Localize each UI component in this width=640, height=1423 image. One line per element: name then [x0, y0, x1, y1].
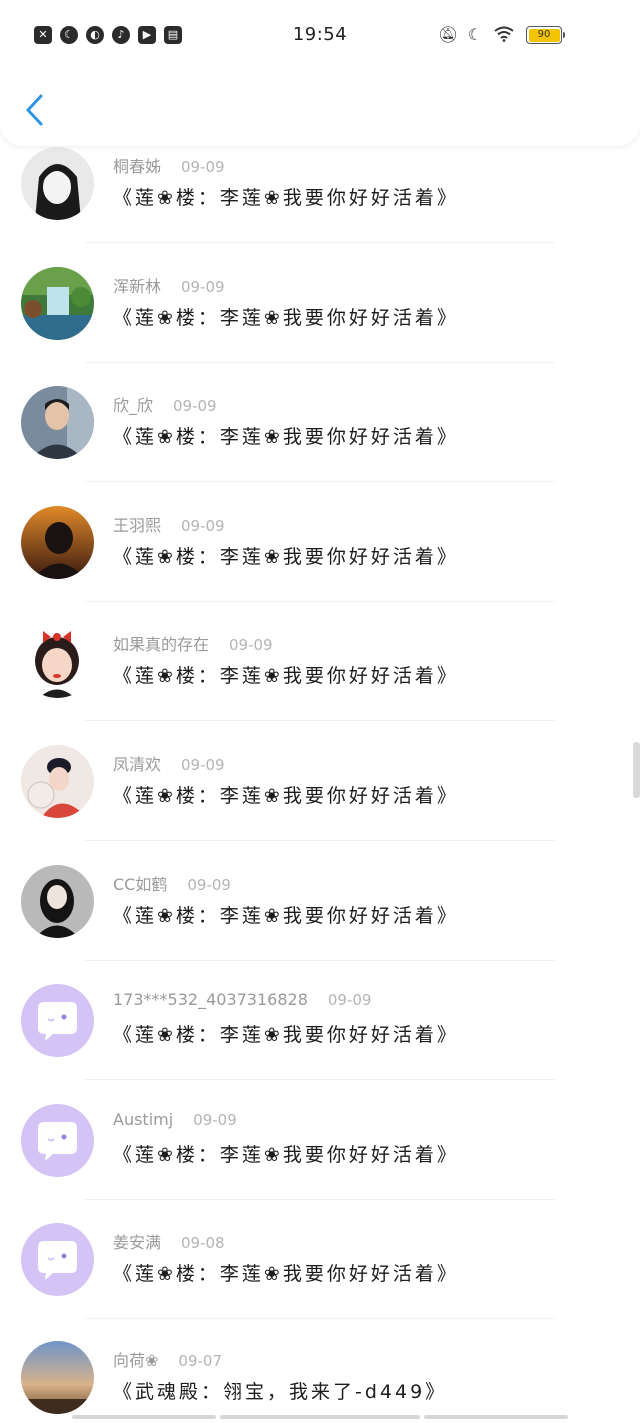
comment-date: 09-09 — [193, 1110, 237, 1129]
list-item[interactable]: Austimj 09-09 《莲❀楼：李莲❀我要你好好活着》 — [0, 1057, 640, 1177]
comment-text: 《莲❀楼：李莲❀我要你好好活着》 — [113, 545, 459, 568]
username-text: 向荷❀ — [113, 1351, 159, 1370]
comment-text: 《莲❀楼：李莲❀我要你好好活着》 — [113, 426, 459, 449]
comment-text: 《莲❀楼：李莲❀我要你好好活着》 — [113, 785, 459, 807]
default-avatar-icon — [21, 1103, 94, 1177]
comment-username: 欣_欣 09-09 — [113, 392, 217, 416]
list-item[interactable]: 凤清欢 09-09 《莲❀楼：李莲❀我要你好好活着》 — [0, 698, 640, 818]
scrollbar[interactable] — [633, 742, 640, 798]
avatar[interactable] — [21, 1103, 94, 1177]
comment-text: 《莲❀楼：李莲❀我要你好好活着》 — [113, 306, 459, 329]
comment-date: 09-09 — [181, 756, 225, 774]
bottom-indicator — [0, 1415, 640, 1421]
wifi-icon — [494, 26, 514, 44]
username-text: 173***532_4037316828 — [113, 990, 308, 1010]
status-right-icons: 🔕︎ ☾ — [438, 25, 514, 44]
list-item[interactable]: CC如鹤 09-09 《莲❀楼：李莲❀我要你好好活着》 — [0, 818, 640, 938]
battery-icon: 90 — [526, 26, 565, 44]
comment-username: 王羽熙 09-09 — [113, 512, 225, 536]
username-text: CC如鹤 — [113, 874, 168, 894]
comment-username: 向荷❀ 09-07 — [113, 1347, 222, 1371]
avatar[interactable] — [21, 147, 94, 220]
username-text: Austimj — [113, 1109, 174, 1129]
list-item[interactable]: 姜安满 09-08 《莲❀楼：李莲❀我要你好好活着》 — [0, 1176, 640, 1297]
username-text: 王羽熙 — [113, 515, 162, 535]
battery-level: 90 — [528, 28, 560, 42]
comment-username: 凤清欢 09-09 — [113, 751, 225, 775]
avatar[interactable] — [21, 864, 94, 938]
comment-username: 173***532_4037316828 09-09 — [113, 990, 371, 1009]
avatar[interactable] — [21, 745, 94, 818]
comment-date: 09-09 — [229, 636, 273, 655]
comment-date: 09-09 — [173, 397, 217, 416]
comment-username: 桐春姊 09-09 — [113, 153, 225, 177]
avatar[interactable] — [21, 625, 94, 699]
username-text: 凤清欢 — [113, 755, 162, 774]
list-item[interactable]: 欣_欣 09-09 《莲❀楼：李莲❀我要你好好活着》 — [0, 339, 640, 460]
page: ✕ ☾ ◐ ♪ ▶ ▤ 19:54 🔕︎ ☾ 90 桐春姊 09-09 《莲❀楼… — [0, 0, 640, 1423]
comment-username: 浑新林 09-09 — [113, 273, 225, 297]
avatar[interactable] — [21, 1341, 94, 1414]
list-item[interactable]: 王羽熙 09-09 《莲❀楼：李莲❀我要你好好活着》 — [0, 459, 640, 579]
avatar[interactable] — [21, 1223, 94, 1297]
list-item[interactable]: 如果真的存在 09-09 《莲❀楼：李莲❀我要你好好活着》 — [0, 578, 640, 699]
comment-date: 09-07 — [178, 1352, 223, 1370]
avatar[interactable] — [21, 505, 94, 579]
list-item[interactable]: 向荷❀ 09-07 《武魂殿：翎宝，我来了-d449》 — [0, 1296, 640, 1416]
comment-date: 09-09 — [327, 991, 372, 1010]
list-item[interactable]: 173***532_4037316828 09-09 《莲❀楼：李莲❀我要你好好活… — [0, 937, 640, 1058]
back-button[interactable] — [22, 92, 48, 128]
default-avatar-icon — [21, 1223, 94, 1297]
comment-username: CC如鹤 09-09 — [113, 871, 231, 895]
avatar[interactable] — [21, 386, 94, 460]
chevron-left-icon — [26, 94, 43, 126]
indicator-segment — [220, 1415, 420, 1419]
comment-text: 《莲❀楼：李莲❀我要你好好活着》 — [113, 904, 459, 927]
comment-date: 09-09 — [181, 277, 225, 296]
comment-date: 09-09 — [181, 158, 225, 176]
comment-username: Austimj 09-09 — [113, 1110, 237, 1129]
status-bar: ✕ ☾ ◐ ♪ ▶ ▤ 19:54 🔕︎ ☾ 90 — [0, 22, 640, 50]
comment-text: 《武魂殿：翎宝，我来了-d449》 — [113, 1381, 448, 1403]
comment-date: 09-08 — [181, 1234, 225, 1253]
indicator-segment — [424, 1415, 568, 1419]
comment-text: 《莲❀楼：李莲❀我要你好好活着》 — [113, 665, 459, 688]
comment-text: 《莲❀楼：李莲❀我要你好好活着》 — [113, 1143, 459, 1166]
username-text: 欣_欣 — [113, 396, 154, 416]
comment-text: 《莲❀楼：李莲❀我要你好好活着》 — [113, 1024, 459, 1047]
username-text: 桐春姊 — [113, 157, 162, 176]
avatar[interactable] — [21, 266, 94, 340]
header-bar: ✕ ☾ ◐ ♪ ▶ ▤ 19:54 🔕︎ ☾ 90 — [0, 0, 640, 146]
avatar[interactable] — [21, 984, 94, 1058]
comment-text: 《莲❀楼：李莲❀我要你好好活着》 — [113, 1263, 459, 1286]
list-item[interactable]: 浑新林 09-09 《莲❀楼：李莲❀我要你好好活着》 — [0, 220, 640, 340]
comment-date: 09-09 — [187, 875, 231, 894]
indicator-segment — [72, 1415, 216, 1419]
comment-text: 《莲❀楼：李莲❀我要你好好活着》 — [113, 187, 459, 209]
username-text: 浑新林 — [113, 276, 162, 296]
comment-username: 姜安满 09-08 — [113, 1229, 225, 1253]
username-text: 如果真的存在 — [113, 635, 210, 655]
default-avatar-icon — [21, 984, 94, 1058]
username-text: 姜安满 — [113, 1233, 162, 1253]
comment-date: 09-09 — [181, 516, 225, 535]
comment-username: 如果真的存在 09-09 — [113, 631, 273, 655]
bell-off-icon: 🔕︎ — [438, 25, 459, 44]
moon-icon: ☾ — [467, 25, 483, 44]
